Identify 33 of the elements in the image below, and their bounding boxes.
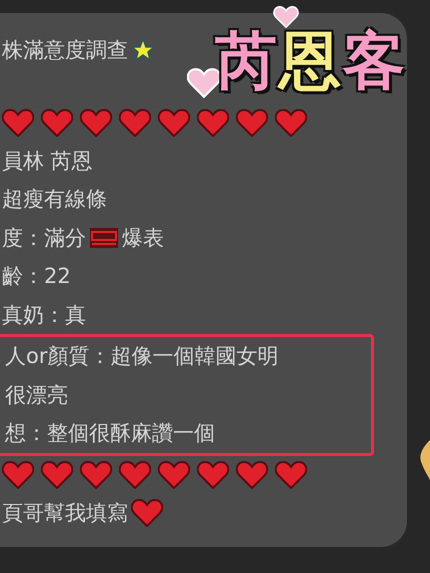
- survey-title: 株滿意度調查: [2, 37, 128, 64]
- message-line: 頁哥幫我填寫: [2, 500, 128, 527]
- sticker-character: 恩: [279, 30, 341, 92]
- heart-icon: [275, 460, 307, 488]
- heart-icon: [80, 108, 112, 136]
- sticker-character: 芮: [215, 30, 277, 92]
- message-line: 真奶：真: [2, 302, 86, 329]
- message-line: 人or顏質：超像一個韓國女明: [5, 343, 278, 370]
- heart-icon: [158, 108, 190, 136]
- heart-icon: [2, 108, 34, 136]
- heart-icon: [197, 460, 229, 488]
- message-line: 齡：22: [2, 263, 71, 290]
- heart-icon: [197, 108, 229, 136]
- message-line: 超瘦有線條: [2, 186, 107, 214]
- heart-icon: [41, 460, 73, 488]
- heart-icon: [80, 460, 112, 488]
- heart-icon: [131, 498, 163, 527]
- heart-icon: [119, 460, 151, 488]
- heart-icon: [236, 460, 268, 488]
- heart-icon: [275, 108, 307, 136]
- star-icon: [131, 38, 155, 62]
- message-line: 想：整個很酥麻讚一個: [5, 420, 215, 448]
- message-line: 很漂亮: [5, 382, 68, 409]
- message-line: 爆表: [122, 224, 164, 252]
- heart-icon: [273, 6, 299, 28]
- heart-icon: [119, 108, 151, 136]
- heart-icon: [236, 108, 268, 136]
- message-line: 員林 芮恩: [2, 148, 93, 175]
- heart-icon: [158, 460, 190, 488]
- heart-icon: [41, 108, 73, 136]
- message-line: 度：滿分: [2, 224, 86, 252]
- heart-icon: [2, 460, 34, 488]
- sticker-character: 客: [343, 30, 405, 92]
